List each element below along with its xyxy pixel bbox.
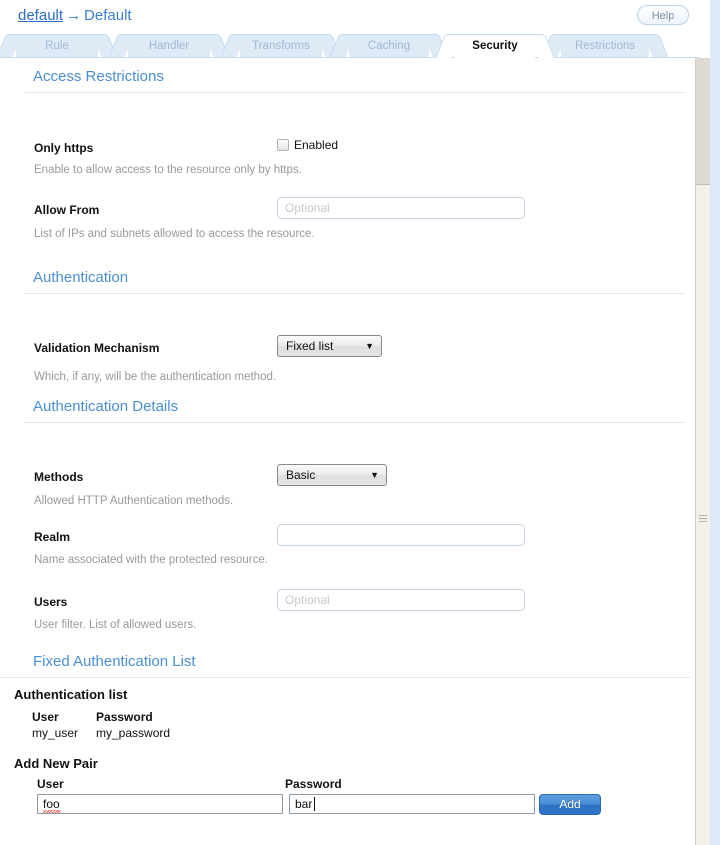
breadcrumb-current: Default — [84, 7, 132, 24]
only-https-checkbox-wrap[interactable]: Enabled — [277, 138, 338, 154]
add-pair-password-label: Password — [285, 777, 342, 791]
checkbox-icon[interactable] — [277, 139, 289, 151]
add-pair-user-label: User — [37, 777, 64, 791]
add-new-pair-heading: Add New Pair — [0, 740, 690, 771]
table-header-row: User Password — [32, 710, 188, 726]
tab-rule[interactable]: Rule — [16, 34, 98, 58]
tab-caching[interactable]: Caching — [349, 34, 429, 58]
section-title-access-restrictions: Access Restrictions — [0, 58, 690, 92]
allow-from-control — [277, 197, 525, 219]
add-pair-user-input[interactable] — [37, 794, 283, 814]
help-button[interactable]: Help — [637, 5, 689, 25]
users-input[interactable] — [277, 589, 525, 611]
table-row: my_user my_password — [32, 726, 188, 740]
tab-label: Handler — [128, 34, 210, 58]
validation-mechanism-control: Fixed list ▼ — [277, 335, 382, 360]
cell-user: my_user — [32, 726, 96, 740]
checkbox-label: Enabled — [294, 138, 338, 152]
scrollbar-thumb[interactable] — [696, 58, 710, 185]
cell-password: my_password — [96, 726, 188, 740]
field-help-text: List of IPs and subnets allowed to acces… — [34, 228, 315, 240]
breadcrumb-arrow-icon: → — [63, 7, 84, 24]
tab-label: Rule — [16, 34, 98, 58]
content-panel: Access Restrictions Only https Enabled E… — [0, 58, 690, 845]
chevron-down-icon: ▼ — [370, 465, 379, 486]
field-realm: Realm Name associated with the protected… — [0, 488, 690, 553]
column-header-user: User — [32, 710, 96, 726]
breadcrumb: default→Default — [18, 7, 132, 24]
chevron-down-icon: ▼ — [365, 336, 374, 357]
field-help-text: User filter. List of allowed users. — [34, 619, 196, 631]
field-label: Validation Mechanism — [34, 341, 159, 355]
field-help-text: Which, if any, will be the authenticatio… — [34, 371, 276, 383]
page-header: default→Default Help — [0, 0, 710, 34]
field-only-https: Only https Enabled Enable to allow acces… — [0, 93, 690, 155]
field-methods: Methods Basic ▼ Allowed HTTP Authenticat… — [0, 423, 690, 488]
methods-control: Basic ▼ — [277, 464, 387, 489]
field-users: Users User filter. List of allowed users… — [0, 553, 690, 615]
add-new-pair-form: User Password Add — [0, 777, 690, 837]
realm-control — [277, 524, 525, 546]
tab-transforms[interactable]: Transforms — [240, 34, 322, 58]
tab-label: Caching — [349, 34, 429, 58]
select-value: Fixed list — [286, 336, 333, 357]
page-root: default→Default Help Rule Handler Transf… — [0, 0, 720, 845]
field-allow-from: Allow From List of IPs and subnets allow… — [0, 155, 690, 217]
allow-from-input[interactable] — [277, 197, 525, 219]
field-label: Realm — [34, 530, 70, 544]
text-caret — [314, 797, 315, 811]
tab-label: Security — [455, 34, 535, 58]
tab-bar: Rule Handler Transforms Caching Security — [0, 34, 710, 58]
add-pair-password-input[interactable] — [289, 794, 535, 814]
tab-label: Restrictions — [561, 34, 649, 58]
column-header-password: Password — [96, 710, 188, 726]
scrollbar-grip-icon[interactable] — [699, 515, 707, 522]
users-control — [277, 589, 525, 611]
methods-select[interactable]: Basic ▼ — [277, 464, 387, 486]
authentication-list-table: User Password my_user my_password — [32, 710, 188, 740]
window-right-edge — [710, 0, 720, 845]
field-label: Allow From — [34, 203, 99, 217]
select-value: Basic — [286, 465, 315, 486]
tab-security[interactable]: Security — [455, 34, 535, 58]
tab-label: Transforms — [240, 34, 322, 58]
authentication-list-heading: Authentication list — [0, 678, 690, 702]
field-label: Only https — [34, 141, 93, 155]
section-title-authentication-details: Authentication Details — [0, 356, 690, 422]
tab-handler[interactable]: Handler — [128, 34, 210, 58]
realm-input[interactable] — [277, 524, 525, 546]
validation-mechanism-select[interactable]: Fixed list ▼ — [277, 335, 382, 357]
add-button[interactable]: Add — [539, 794, 601, 815]
tab-restrictions[interactable]: Restrictions — [561, 34, 649, 58]
field-validation-mechanism: Validation Mechanism Fixed list ▼ Which,… — [0, 294, 690, 356]
breadcrumb-link-default[interactable]: default — [18, 7, 63, 24]
field-label: Methods — [34, 470, 83, 484]
vertical-scrollbar[interactable] — [695, 58, 710, 845]
field-label: Users — [34, 595, 67, 609]
